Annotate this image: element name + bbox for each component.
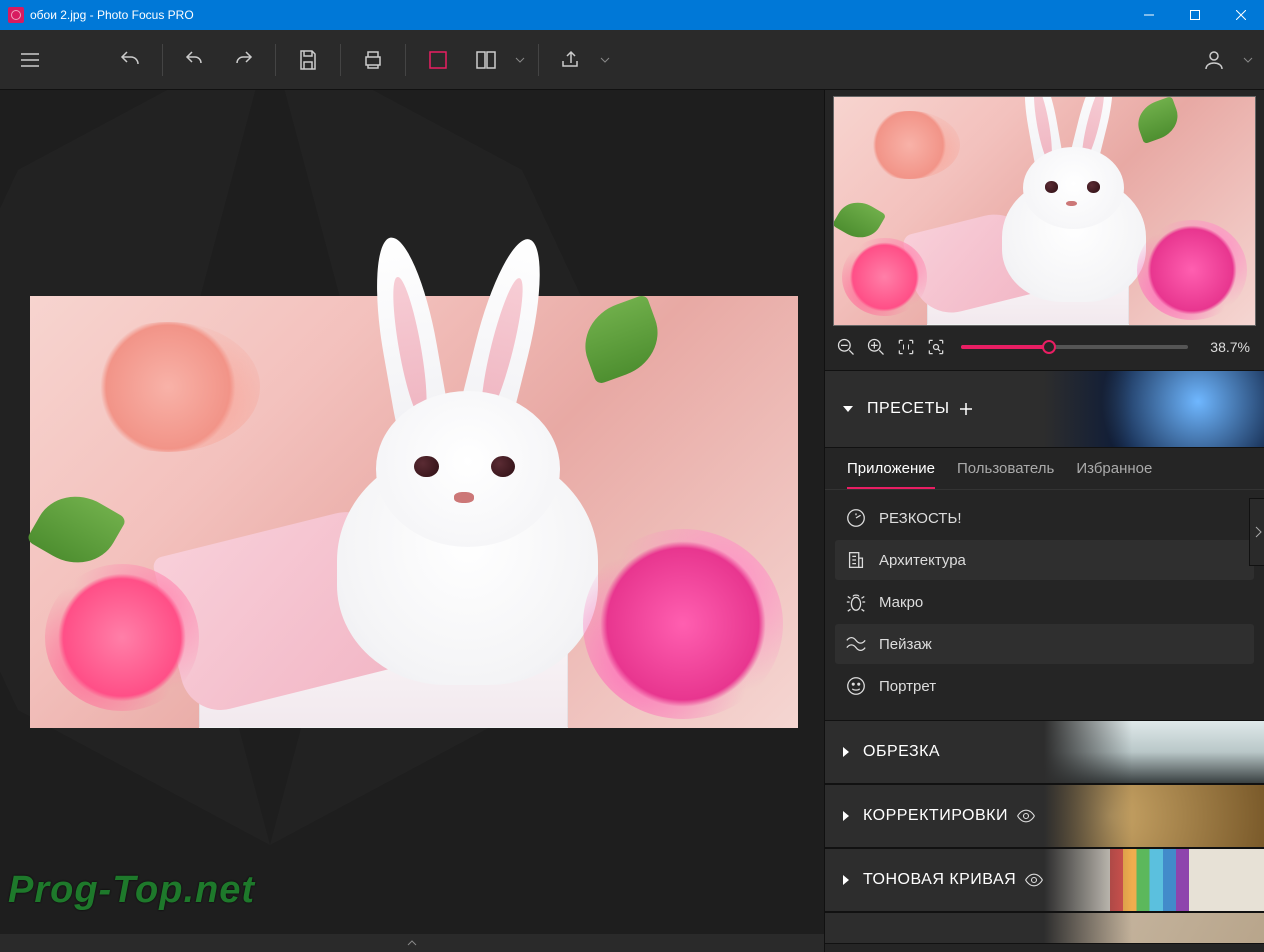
zoom-value: 38.7% — [1200, 339, 1256, 355]
eye-icon[interactable] — [1016, 806, 1036, 826]
close-button[interactable] — [1218, 0, 1264, 30]
chevron-right-icon — [843, 811, 849, 821]
separator — [275, 44, 276, 76]
watermark: Prog-Top.net — [8, 869, 255, 912]
zoom-in-icon[interactable] — [863, 334, 889, 360]
chevron-right-icon — [843, 747, 849, 757]
app-icon — [8, 7, 24, 23]
bottom-panel-toggle[interactable] — [0, 934, 824, 952]
add-preset-icon[interactable] — [958, 401, 974, 417]
more-bg — [1044, 913, 1264, 943]
toolbar — [0, 30, 1264, 90]
compare-view-button[interactable] — [464, 38, 508, 82]
preset-label: Пейзаж — [879, 636, 932, 653]
redo-button[interactable] — [221, 38, 265, 82]
maximize-button[interactable] — [1172, 0, 1218, 30]
section-more[interactable] — [825, 912, 1264, 944]
zoom-fit-icon[interactable] — [923, 334, 949, 360]
preset-architecture[interactable]: Архитектура — [835, 540, 1254, 580]
chevron-right-icon — [843, 875, 849, 885]
curve-label: ТОНОВАЯ КРИВАЯ — [863, 871, 1016, 889]
preset-landscape[interactable]: Пейзаж — [835, 624, 1254, 664]
share-dropdown[interactable] — [597, 55, 613, 65]
separator — [538, 44, 539, 76]
share-button[interactable] — [549, 38, 593, 82]
right-panel: 38.7% ПРЕСЕТЫ Приложение Пользователь Из… — [824, 90, 1264, 952]
curve-bg — [1044, 849, 1264, 911]
preset-tabs: Приложение Пользователь Избранное — [825, 448, 1264, 490]
zoom-controls: 38.7% — [825, 330, 1264, 370]
separator — [405, 44, 406, 76]
section-presets[interactable]: ПРЕСЕТЫ — [825, 370, 1264, 448]
section-crop[interactable]: ОБРЕЗКА — [825, 720, 1264, 784]
single-view-button[interactable] — [416, 38, 460, 82]
presets-label: ПРЕСЕТЫ — [867, 400, 950, 418]
preview-thumbnail[interactable] — [833, 96, 1256, 326]
section-tone-curve[interactable]: ТОНОВАЯ КРИВАЯ — [825, 848, 1264, 912]
separator — [340, 44, 341, 76]
minimize-button[interactable] — [1126, 0, 1172, 30]
eye-icon[interactable] — [1024, 870, 1044, 890]
preset-label: Макро — [879, 594, 923, 611]
undo-button[interactable] — [173, 38, 217, 82]
save-button[interactable] — [286, 38, 330, 82]
separator — [162, 44, 163, 76]
menu-button[interactable] — [8, 38, 52, 82]
preset-sharpness[interactable]: РЕЗКОСТЬ! — [835, 498, 1254, 538]
section-adjustments[interactable]: КОРРЕКТИРОВКИ — [825, 784, 1264, 848]
landscape-icon — [845, 633, 867, 655]
preset-label: РЕЗКОСТЬ! — [879, 510, 962, 527]
undo-all-button[interactable] — [108, 38, 152, 82]
bug-icon — [845, 591, 867, 613]
chevron-down-icon — [843, 406, 853, 412]
collapse-right-panel[interactable] — [1249, 498, 1264, 566]
account-dropdown[interactable] — [1240, 55, 1256, 65]
zoom-1to1-icon[interactable] — [893, 334, 919, 360]
preset-label: Архитектура — [879, 552, 966, 569]
zoom-slider[interactable] — [961, 345, 1188, 349]
view-dropdown[interactable] — [512, 55, 528, 65]
tab-favorites[interactable]: Избранное — [1076, 460, 1152, 489]
preset-label: Портрет — [879, 678, 936, 695]
preset-macro[interactable]: Макро — [835, 582, 1254, 622]
main-image[interactable] — [30, 296, 798, 728]
face-icon — [845, 675, 867, 697]
tab-application[interactable]: Приложение — [847, 460, 935, 489]
canvas-area[interactable]: Prog-Top.net — [0, 90, 824, 952]
tab-user[interactable]: Пользователь — [957, 460, 1054, 489]
preset-portrait[interactable]: Портрет — [835, 666, 1254, 706]
titlebar: обои 2.jpg - Photo Focus PRO — [0, 0, 1264, 30]
account-button[interactable] — [1192, 38, 1236, 82]
presets-bg — [1044, 371, 1264, 447]
window-title: обои 2.jpg - Photo Focus PRO — [30, 8, 1126, 22]
zoom-out-icon[interactable] — [833, 334, 859, 360]
building-icon — [845, 549, 867, 571]
preset-list: РЕЗКОСТЬ! Архитектура Макро Пейзаж Портр… — [825, 490, 1264, 720]
print-button[interactable] — [351, 38, 395, 82]
adjust-label: КОРРЕКТИРОВКИ — [863, 807, 1008, 825]
adjust-bg — [1044, 785, 1264, 847]
gauge-icon — [845, 507, 867, 529]
crop-bg — [1044, 721, 1264, 783]
crop-label: ОБРЕЗКА — [863, 743, 940, 761]
